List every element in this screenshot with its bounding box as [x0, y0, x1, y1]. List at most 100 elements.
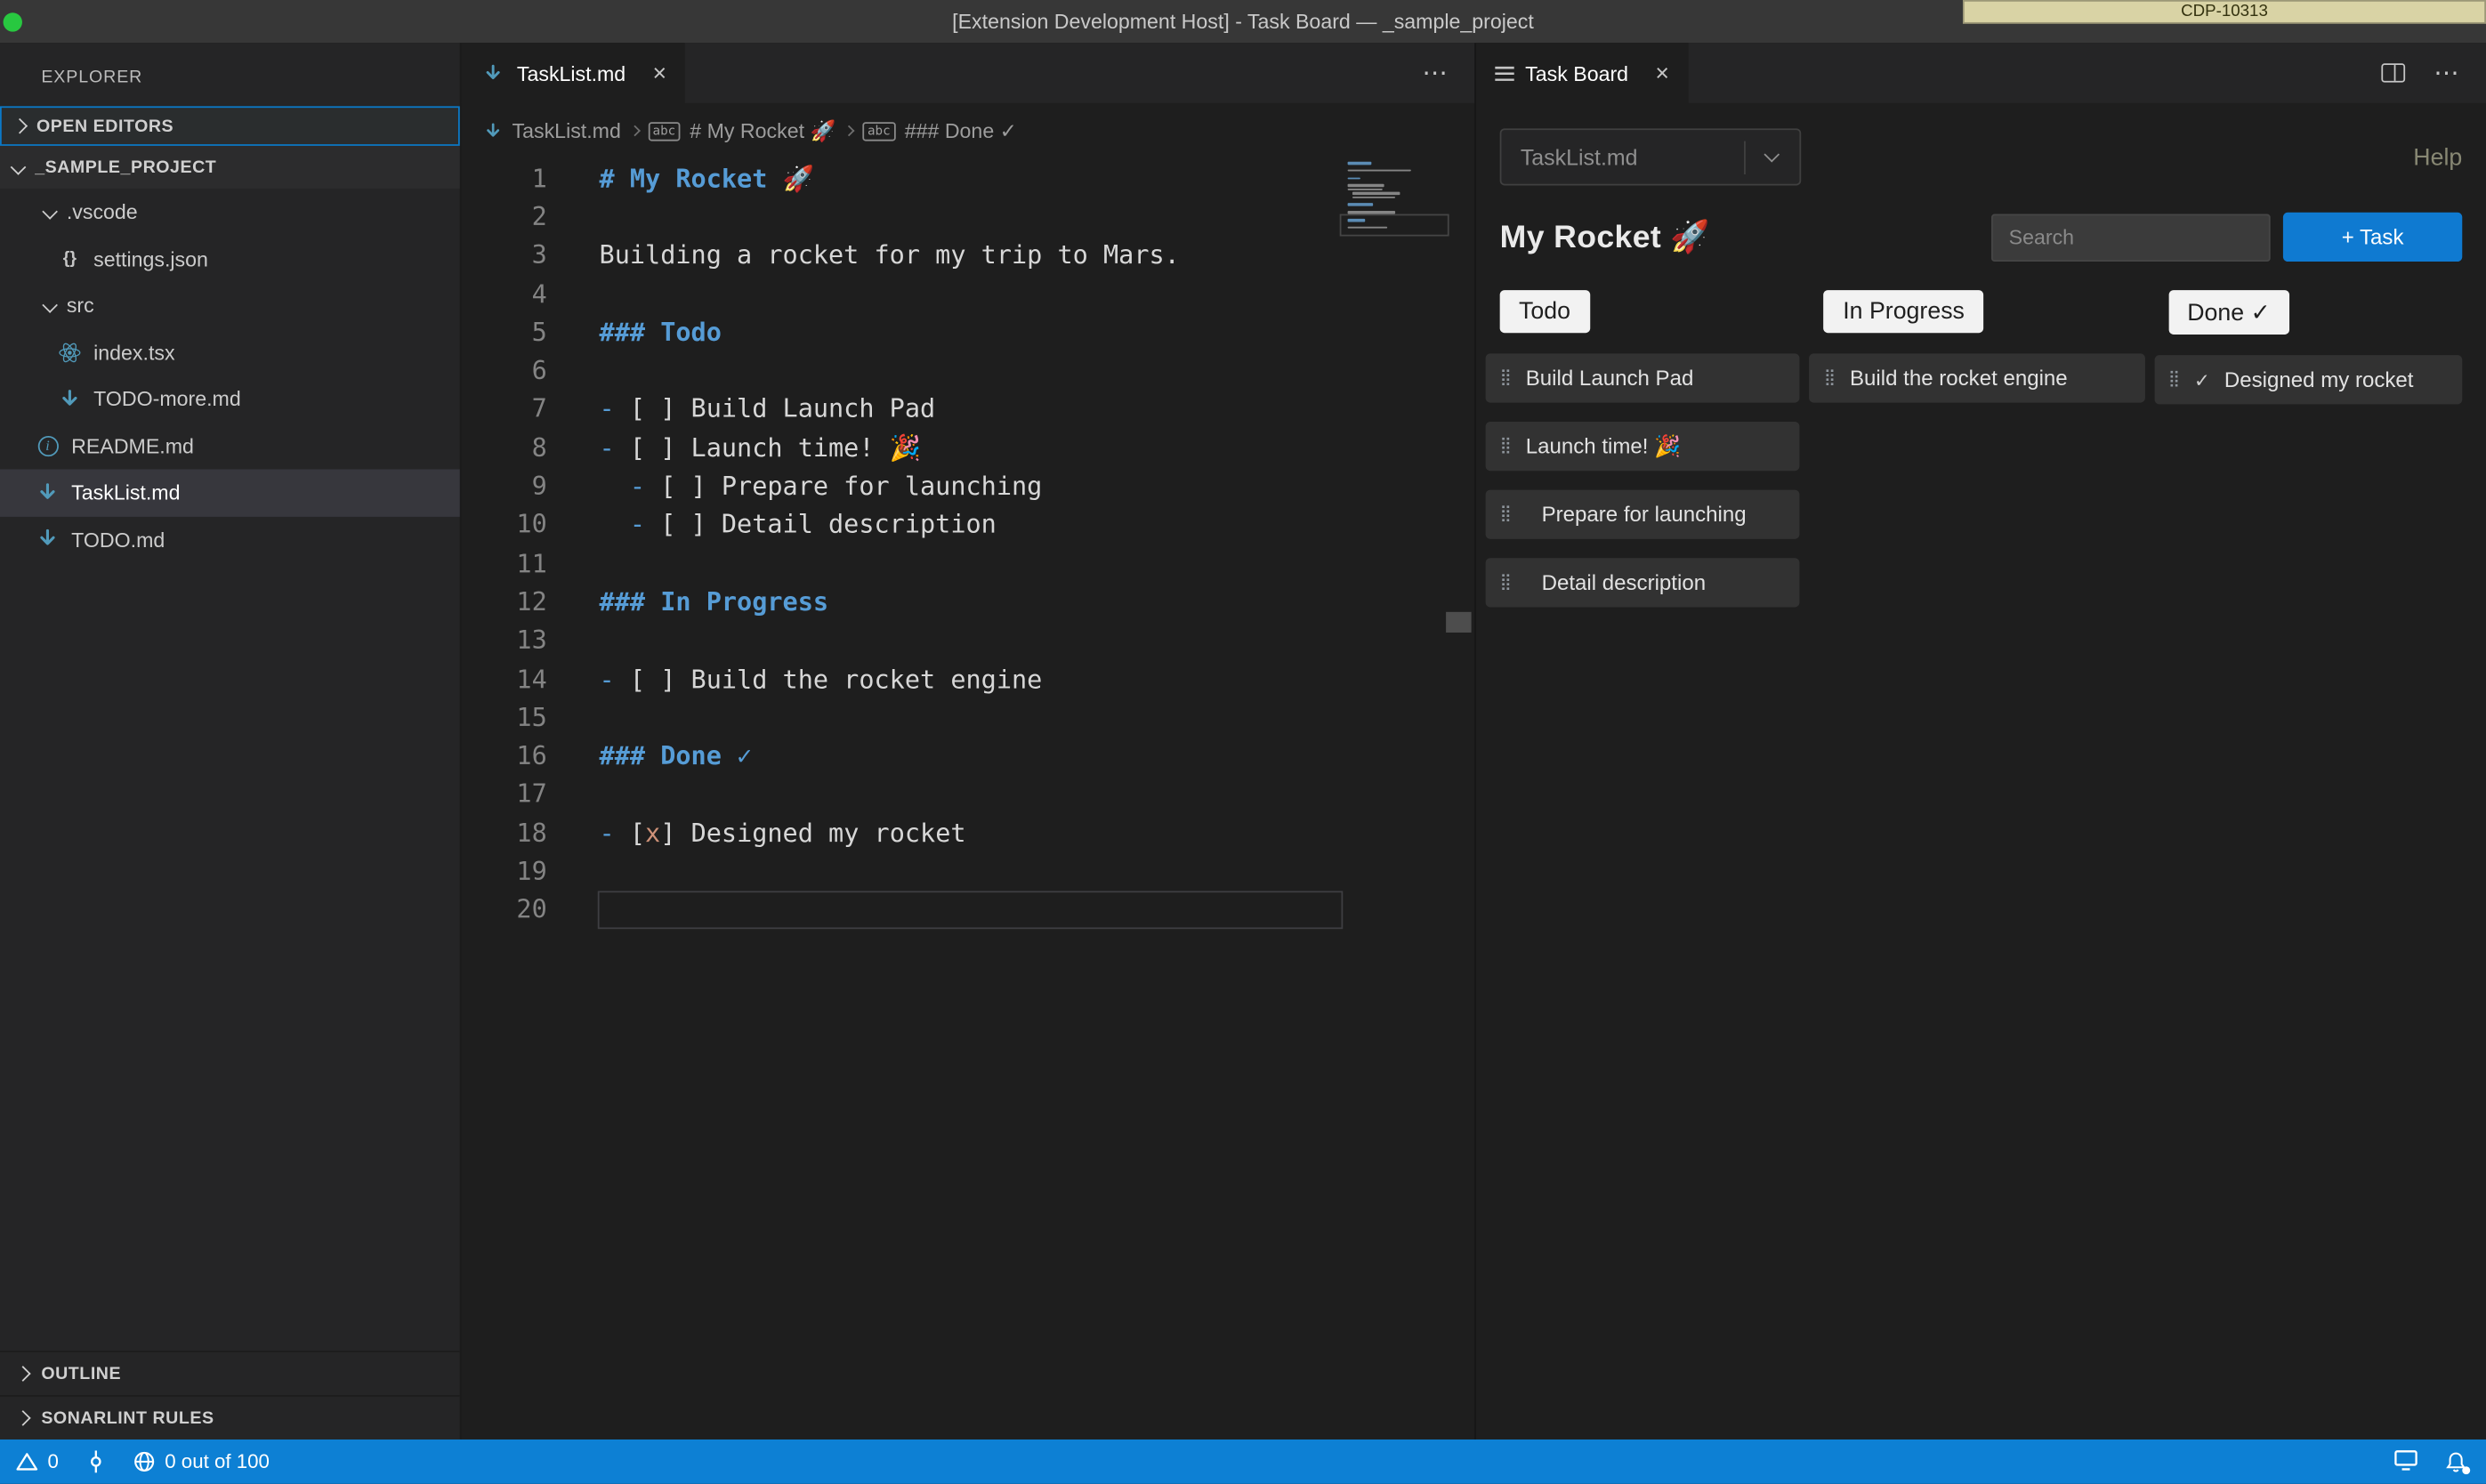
- explorer-title: EXPLORER: [0, 43, 460, 106]
- code-line[interactable]: 3Building a rocket for my trip to Mars.: [462, 236, 1475, 274]
- line-number: 13: [462, 625, 547, 655]
- line-number: 8: [462, 432, 547, 463]
- status-bar: 0 0 out of 100: [0, 1440, 2486, 1484]
- tab-task-board[interactable]: Task Board ×: [1476, 43, 1688, 103]
- code-line[interactable]: 20: [462, 891, 1475, 929]
- code-line[interactable]: 9 - [ ] Prepare for launching: [462, 467, 1475, 505]
- line-number: 18: [462, 818, 547, 848]
- close-icon[interactable]: ×: [652, 61, 666, 85]
- task-card[interactable]: ⣿Build the rocket engine: [1810, 353, 2144, 402]
- code-line[interactable]: 10 - [ ] Detail description: [462, 505, 1475, 544]
- more-actions-icon[interactable]: ⋯: [1422, 57, 1449, 89]
- problems-indicator[interactable]: 0: [16, 1450, 59, 1472]
- react-icon: [57, 341, 83, 365]
- line-number: 15: [462, 702, 547, 732]
- json-icon: {}: [57, 249, 83, 268]
- tree-item--vscode[interactable]: .vscode: [0, 189, 460, 236]
- task-card[interactable]: ⣿Build Launch Pad: [1486, 353, 1801, 402]
- code-line[interactable]: 18- [x] Designed my rocket: [462, 813, 1475, 851]
- code-line[interactable]: 8 - [ ] Launch time! 🎉: [462, 428, 1475, 466]
- tab-tasklist-md[interactable]: TaskList.md ×: [462, 43, 686, 103]
- notifications-bell-icon[interactable]: [2445, 1450, 2467, 1474]
- drag-handle-icon[interactable]: ⣿: [1500, 439, 1512, 455]
- search-input[interactable]: [1991, 214, 2271, 261]
- code-line[interactable]: 14- [ ] Build the rocket engine: [462, 659, 1475, 698]
- tree-item-readme-md[interactable]: iREADME.md: [0, 423, 460, 470]
- code-line[interactable]: 12### In Progress: [462, 582, 1475, 620]
- outline-label: OUTLINE: [41, 1364, 121, 1383]
- scrollbar-thumb[interactable]: [1446, 612, 1472, 633]
- code-lines[interactable]: 1# My Rocket 🚀23Building a rocket for my…: [462, 158, 1475, 929]
- more-actions-icon[interactable]: ⋯: [2434, 57, 2460, 89]
- code-line[interactable]: 11: [462, 544, 1475, 582]
- task-card[interactable]: ⣿Detail description: [1486, 558, 1801, 607]
- breadcrumb-label: ### Done ✓: [905, 118, 1017, 144]
- commit-indicator[interactable]: [85, 1450, 106, 1472]
- minimap-region-highlight: [1340, 214, 1449, 237]
- editor-group: TaskList.md × ⋯ TaskList.md abc# My Rocke…: [462, 43, 1475, 1440]
- file-label: settings.json: [93, 247, 208, 271]
- code-text: - [ ] Launch time! 🎉: [600, 432, 922, 463]
- sonarlint-rules-header[interactable]: SONARLINT RULES: [0, 1395, 460, 1440]
- column-header[interactable]: Todo: [1500, 290, 1590, 333]
- code-line[interactable]: 6: [462, 351, 1475, 390]
- tree-item-index-tsx[interactable]: index.tsx: [0, 329, 460, 376]
- board-title: My Rocket 🚀: [1500, 217, 1710, 257]
- line-number: 1: [462, 163, 547, 193]
- drag-handle-icon[interactable]: ⣿: [1500, 575, 1512, 591]
- drag-handle-icon[interactable]: ⣿: [1824, 370, 1836, 386]
- task-card[interactable]: ⣿✓Designed my rocket: [2154, 355, 2462, 404]
- notification-dot: [2462, 1465, 2470, 1473]
- code-line[interactable]: 1# My Rocket 🚀: [462, 158, 1475, 197]
- markdown-icon: [57, 388, 83, 410]
- board-columns: Todo⣿Build Launch Pad⣿Launch time! 🎉⣿Pre…: [1486, 290, 2463, 607]
- minimap[interactable]: [1348, 162, 1440, 238]
- code-text: ### Todo: [600, 317, 722, 347]
- code-line[interactable]: 16### Done ✓: [462, 737, 1475, 775]
- code-line[interactable]: 2: [462, 197, 1475, 235]
- code-text: ### In Progress: [600, 586, 828, 617]
- task-card-label: Prepare for launching: [1542, 503, 1747, 527]
- task-card[interactable]: ⣿Launch time! 🎉: [1486, 422, 1801, 471]
- file-label: README.md: [71, 434, 194, 458]
- help-link[interactable]: Help: [2413, 143, 2462, 170]
- tree-item-settings-json[interactable]: {} settings.json: [0, 236, 460, 283]
- sonarlint-status[interactable]: 0 out of 100: [133, 1450, 270, 1472]
- breadcrumb-item[interactable]: abc### Done ✓: [863, 118, 1017, 144]
- code-editor[interactable]: 1# My Rocket 🚀23Building a rocket for my…: [462, 158, 1475, 1440]
- code-line[interactable]: 13: [462, 621, 1475, 659]
- task-card[interactable]: ⣿ Prepare for launching: [1486, 490, 1801, 539]
- code-line[interactable]: 15: [462, 698, 1475, 736]
- breadcrumb-item[interactable]: abc# My Rocket 🚀: [648, 118, 835, 144]
- tree-item-tasklist-md[interactable]: TaskList.md: [0, 469, 460, 516]
- code-line[interactable]: 4: [462, 274, 1475, 312]
- sonarlint-label: SONARLINT RULES: [41, 1408, 214, 1427]
- project-root-header[interactable]: _SAMPLE_PROJECT: [0, 146, 460, 189]
- explorer-sidebar: EXPLORER OPEN EDITORS _SAMPLE_PROJECT .v…: [0, 43, 462, 1440]
- code-line[interactable]: 7- [ ] Build Launch Pad: [462, 390, 1475, 428]
- column-header[interactable]: Done ✓: [2168, 290, 2290, 335]
- chevron-down-icon: [11, 159, 27, 175]
- code-line[interactable]: 5### Todo: [462, 312, 1475, 351]
- outline-header[interactable]: OUTLINE: [0, 1351, 460, 1395]
- markdown-icon: [480, 62, 506, 83]
- code-line[interactable]: 17: [462, 775, 1475, 813]
- panel-tab-bar: Task Board × ⋯: [1476, 43, 2486, 103]
- drag-handle-icon[interactable]: ⣿: [1500, 506, 1512, 522]
- open-editors-header[interactable]: OPEN EDITORS: [0, 106, 460, 146]
- code-line[interactable]: 19: [462, 851, 1475, 890]
- breadcrumb-label: # My Rocket 🚀: [690, 118, 835, 144]
- breadcrumb-item[interactable]: TaskList.md: [483, 119, 620, 143]
- close-icon[interactable]: ×: [1655, 61, 1669, 85]
- file-select-dropdown[interactable]: TaskList.md: [1500, 128, 1802, 185]
- tree-item-todo-md[interactable]: TODO.md: [0, 516, 460, 563]
- tree-item-src[interactable]: src: [0, 282, 460, 329]
- drag-handle-icon[interactable]: ⣿: [2168, 372, 2180, 388]
- tree-item-todo-more-md[interactable]: TODO-more.md: [0, 375, 460, 423]
- file-label: src: [67, 294, 94, 318]
- drag-handle-icon[interactable]: ⣿: [1500, 370, 1512, 386]
- screencast-icon[interactable]: [2394, 1448, 2418, 1475]
- column-header[interactable]: In Progress: [1824, 290, 1983, 333]
- split-editor-icon[interactable]: [2381, 63, 2405, 82]
- add-task-button[interactable]: + Task: [2283, 213, 2462, 262]
